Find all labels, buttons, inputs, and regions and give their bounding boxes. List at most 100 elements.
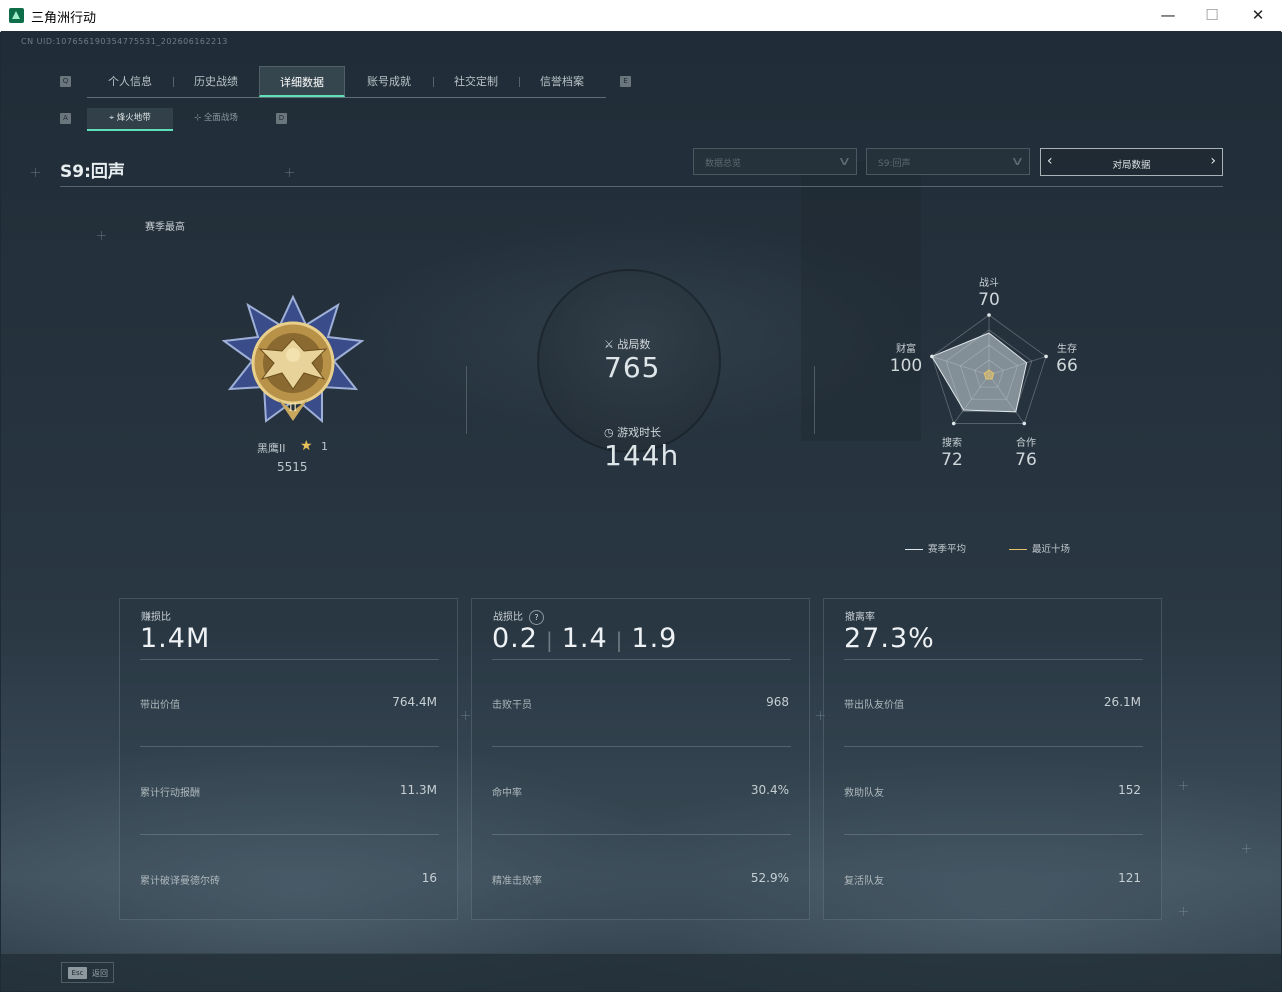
- tab-prev-key[interactable]: Q: [60, 76, 71, 87]
- card-divider: [844, 659, 1143, 660]
- subtab-label: 全面战场: [203, 113, 238, 123]
- card-divider: [140, 834, 439, 835]
- rank-score: 5515: [277, 460, 308, 474]
- clock-icon: ◷: [604, 426, 618, 439]
- tab-detailed-data[interactable]: 详细数据: [259, 66, 345, 97]
- game-viewport: CN UID:107656190354775531_202606162213 Q…: [1, 31, 1281, 991]
- main-tab-bar: 个人信息 历史战绩 详细数据 账号成就 社交定制 信誉档案: [87, 66, 606, 98]
- radar-axis-label: 财富: [896, 344, 916, 355]
- chevron-right-icon[interactable]: ›: [1210, 153, 1216, 169]
- dropdown-label: S9:回声: [878, 159, 911, 169]
- playtime-value: 144h: [604, 439, 680, 472]
- card-divider: [844, 746, 1143, 747]
- deco-cross: [1242, 844, 1251, 853]
- maximize-button[interactable]: ☐: [1189, 0, 1235, 30]
- card-main-value: 0.2 | 1.4 | 1.9: [492, 623, 678, 654]
- card-row-value: 764.4M: [392, 695, 437, 709]
- card-main-value: 27.3%: [844, 623, 935, 654]
- radar-axis-value: 76: [1015, 450, 1037, 470]
- esc-key: Esc: [68, 967, 87, 979]
- card-row-label: 累计行动报酬: [140, 788, 200, 799]
- swords-icon: ⚔: [604, 338, 618, 351]
- card-row-value: 16: [421, 871, 437, 885]
- rank-stars: 1: [321, 440, 328, 453]
- deco-cross: [97, 231, 106, 240]
- card-row-label: 精准击败率: [492, 876, 542, 887]
- card-row-label: 带出队友价值: [844, 700, 904, 711]
- subtab-label: 烽火地带: [116, 113, 151, 123]
- subtab-prev-key[interactable]: A: [60, 113, 71, 124]
- card-row-value: 11.3M: [399, 783, 437, 797]
- rank-name: 黑鹰II: [257, 442, 286, 455]
- radar-axis-value: 100: [889, 356, 923, 376]
- radar-vertex: [1022, 421, 1027, 426]
- card-row-label: 击败干员: [492, 700, 532, 711]
- window-title: 三角洲行动: [31, 11, 97, 26]
- deco-cross: [1179, 907, 1188, 916]
- card-row-value: 968: [766, 695, 789, 709]
- radar-axis-value: 66: [1056, 356, 1078, 376]
- matches-label: ⚔ 战局数: [604, 338, 651, 351]
- user-uid: CN UID:107656190354775531_202606162213: [21, 37, 228, 46]
- card-row-label: 命中率: [492, 788, 522, 799]
- tab-next-key[interactable]: E: [620, 76, 631, 87]
- close-button[interactable]: ✕: [1235, 0, 1281, 30]
- subtab-warfare[interactable]: ⊹ 全面战场: [173, 108, 259, 129]
- svg-text:II: II: [289, 401, 298, 414]
- back-button[interactable]: Esc 返回: [61, 962, 114, 983]
- match-data-label: 对局数据: [1112, 160, 1151, 171]
- chevron-down-icon: ∨: [837, 154, 852, 168]
- card-divider: [492, 746, 791, 747]
- matches-value: 765: [604, 351, 661, 384]
- legend-recent-ten: 最近十场: [1009, 541, 1070, 555]
- radar-vertex: [951, 421, 956, 426]
- tab-achievements[interactable]: 账号成就: [346, 66, 432, 97]
- extraction-card: 撤离率 27.3% 带出队友价值 26.1M 救助队友 152 复活队友 121: [823, 598, 1162, 920]
- card-row-label: 救助队友: [844, 788, 884, 799]
- deco-cross: [285, 168, 294, 177]
- card-row-value: 26.1M: [1103, 695, 1141, 709]
- card-row-value: 152: [1118, 783, 1141, 797]
- radar-axis-label: 合作: [1016, 438, 1036, 449]
- radar-vertex: [987, 313, 991, 317]
- minimize-button[interactable]: —: [1145, 0, 1191, 30]
- tab-history[interactable]: 历史战绩: [173, 66, 259, 97]
- season-high-label: 赛季最高: [145, 222, 185, 233]
- kd-card: 战损比? 0.2 | 1.4 | 1.9 击败干员 968 命中率 30.4% 精准击败…: [471, 598, 810, 920]
- rank-medal-icon: II: [222, 295, 364, 424]
- tab-credit[interactable]: 信誉档案: [519, 66, 605, 97]
- match-data-button[interactable]: ‹ 对局数据 ›: [1040, 148, 1223, 176]
- card-divider: [140, 659, 439, 660]
- card-row-label: 带出价值: [140, 700, 180, 711]
- back-label: 返回: [92, 969, 108, 978]
- crosshair-icon: ⊹: [194, 113, 204, 123]
- card-row-label: 累计破译曼德尔砖: [140, 876, 220, 887]
- subtab-next-key[interactable]: D: [276, 113, 287, 124]
- card-title: 赚损比: [141, 612, 171, 623]
- card-divider: [492, 834, 791, 835]
- card-main-value: 1.4M: [140, 623, 211, 654]
- deco-cross: [31, 168, 40, 177]
- star-icon: ★: [300, 438, 313, 454]
- playtime-label: ◷ 游戏时长: [604, 426, 662, 439]
- chevron-down-icon: ∨: [1010, 154, 1025, 168]
- radar-axis-label: 生存: [1057, 344, 1077, 355]
- radar-axis-value: 70: [978, 290, 1000, 310]
- radar-axis-label: 战斗: [979, 278, 999, 289]
- data-overview-dropdown[interactable]: 数据总览 ∨: [693, 148, 857, 175]
- season-dropdown[interactable]: S9:回声 ∨: [866, 148, 1030, 175]
- profit-loss-card: 赚损比 1.4M 带出价值 764.4M 累计行动报酬 11.3M 累计破译曼德…: [119, 598, 458, 920]
- tab-personal-info[interactable]: 个人信息: [87, 66, 173, 97]
- radar-vertex: [930, 354, 934, 359]
- background-tower: [801, 161, 921, 441]
- section-divider: [466, 366, 467, 434]
- legend-season-average: 赛季平均: [905, 541, 966, 555]
- radar-axis-value: 72: [941, 450, 963, 470]
- radar-axis-label: 搜索: [942, 438, 962, 449]
- section-divider: [814, 366, 815, 434]
- subtab-hazard-zone[interactable]: ⌖ 烽火地带: [87, 108, 173, 131]
- card-row-label: 复活队友: [844, 876, 884, 887]
- card-row-value: 30.4%: [750, 783, 789, 797]
- tab-social[interactable]: 社交定制: [433, 66, 519, 97]
- deco-cross: [1179, 781, 1188, 790]
